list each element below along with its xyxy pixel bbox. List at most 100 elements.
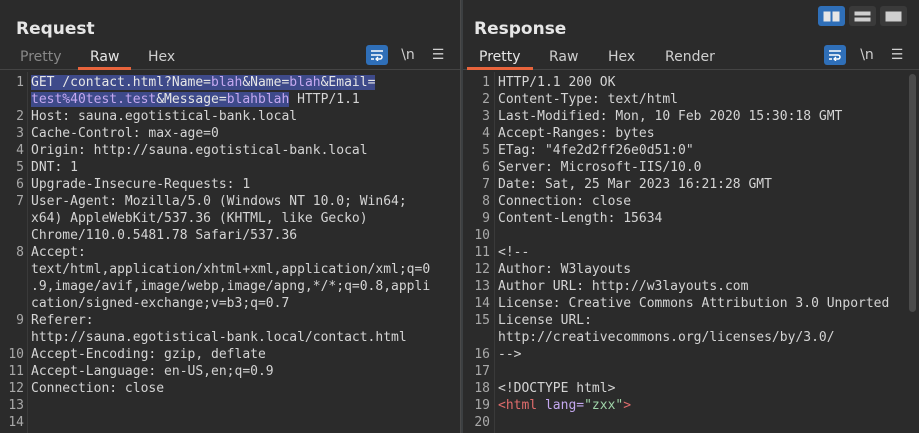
code-line: text/html,application/xhtml+xml,applicat… <box>0 261 460 278</box>
code-token: Server: Microsoft-IIS/10.0 <box>498 160 702 175</box>
code-line: 1 HTTP/1.1 200 OK <box>463 74 919 91</box>
request-tab-pretty[interactable]: Pretty <box>8 44 74 70</box>
line-text: DNT: 1 <box>31 159 78 176</box>
code-line: 6 Upgrade-Insecure-Requests: 1 <box>0 176 460 193</box>
line-number: 14 <box>474 296 490 311</box>
code-line: 14 <box>0 414 460 431</box>
line-number: 19 <box>474 398 490 413</box>
code-token: Content-Type: text/html <box>498 92 679 107</box>
line-text: Author URL: http://w3layouts.com <box>498 278 748 295</box>
code-line: 18 <!DOCTYPE html> <box>463 380 919 397</box>
response-tab-render[interactable]: Render <box>653 44 727 70</box>
code-token: Upgrade-Insecure-Requests: 1 <box>31 177 251 192</box>
line-text: .9,image/avif,image/webp,image/apng,*/*;… <box>31 278 430 295</box>
code-line: 17 <box>463 363 919 380</box>
wrap-icon-glyph <box>829 50 841 61</box>
line-number: 11 <box>8 364 24 379</box>
tabs-layout-icon[interactable] <box>880 6 907 26</box>
line-text: Accept-Ranges: bytes <box>498 125 655 142</box>
code-line: 13 Author URL: http://w3layouts.com <box>463 278 919 295</box>
line-text: GET /contact.html?Name=blah&Name=blah&Em… <box>31 74 376 91</box>
line-number: 15 <box>474 313 490 328</box>
code-token: Accept-Ranges: bytes <box>498 126 655 141</box>
code-line: 5 DNT: 1 <box>0 159 460 176</box>
response-scrollbar[interactable] <box>909 74 916 312</box>
code-line: 10 <box>463 227 919 244</box>
line-number: 12 <box>474 262 490 277</box>
code-token: lang= <box>537 398 585 413</box>
line-text: Cache-Control: max-age=0 <box>31 125 219 142</box>
response-tab-pretty[interactable]: Pretty <box>467 44 533 70</box>
line-number: 18 <box>474 381 490 396</box>
line-text: Connection: close <box>498 193 631 210</box>
code-token: <html <box>498 398 538 413</box>
code-line: 12 Connection: close <box>0 380 460 397</box>
code-line: cation/signed-exchange;v=b3;q=0.7 <box>0 295 460 312</box>
line-text: Server: Microsoft-IIS/10.0 <box>498 159 702 176</box>
line-number: 17 <box>474 364 490 379</box>
newline-toggle-button[interactable]: \n <box>856 45 878 65</box>
line-number: 5 <box>482 143 490 158</box>
code-token: Connection: close <box>498 194 632 209</box>
line-text: Host: sauna.egotistical-bank.local <box>31 108 297 125</box>
request-editor[interactable]: 1 GET /contact.html?Name=blah&Name=blah&E… <box>0 72 460 433</box>
response-editor[interactable]: 1 HTTP/1.1 200 OK 2 Content-Type: text/html… <box>463 72 919 433</box>
line-number: 5 <box>16 160 24 175</box>
code-line: 8 Accept: <box>0 244 460 261</box>
menu-icon[interactable]: ☰ <box>427 45 449 65</box>
code-line: x64) AppleWebKit/537.36 (KHTML, like Gec… <box>0 210 460 227</box>
menu-icon[interactable]: ☰ <box>886 45 908 65</box>
code-line: 14 License: Creative Commons Attribution … <box>463 295 919 312</box>
line-number: 6 <box>482 160 490 175</box>
line-number: 1 <box>482 75 490 90</box>
layout-switch <box>818 6 907 26</box>
side-by-side-layout-icon[interactable] <box>818 6 845 26</box>
response-tab-hex[interactable]: Hex <box>596 44 647 70</box>
wrap-lines-icon[interactable] <box>366 45 388 65</box>
code-line: 9 Referer: <box>0 312 460 329</box>
code-token: "zxx" <box>584 398 624 413</box>
line-number: 20 <box>474 415 490 430</box>
code-line: .9,image/avif,image/webp,image/apng,*/*;… <box>0 278 460 295</box>
code-line: 1 GET /contact.html?Name=blah&Name=blah&E… <box>0 74 460 91</box>
line-text: cation/signed-exchange;v=b3;q=0.7 <box>31 295 289 312</box>
line-number: 14 <box>8 415 24 430</box>
line-number: 3 <box>16 126 24 141</box>
line-text: User-Agent: Mozilla/5.0 (Windows NT 10.0… <box>31 193 407 210</box>
code-token: test%40test.test <box>31 92 157 107</box>
request-tab-hex[interactable]: Hex <box>136 44 187 70</box>
code-token: Author URL: http://w3layouts.com <box>498 279 749 294</box>
code-line: 5 ETag: "4fe2d2ff26e0d51:0" <box>463 142 919 159</box>
line-text: Origin: http://sauna.egotistical-bank.lo… <box>31 142 368 159</box>
code-token: &Message= <box>156 92 227 107</box>
top-bottom-layout-icon[interactable] <box>849 6 876 26</box>
code-line: 9 Content-Length: 15634 <box>463 210 919 227</box>
response-title: Response <box>474 19 567 39</box>
request-tab-raw[interactable]: Raw <box>78 44 132 70</box>
line-number: 13 <box>8 398 24 413</box>
line-text: Content-Type: text/html <box>498 91 678 108</box>
code-token: x64) AppleWebKit/537.36 (KHTML, like Gec… <box>31 211 368 226</box>
code-token: ETag: "4fe2d2ff26e0d51:0" <box>498 143 694 158</box>
code-line: 4 Accept-Ranges: bytes <box>463 125 919 142</box>
code-token: Content-Length: 15634 <box>498 211 663 226</box>
line-text: Upgrade-Insecure-Requests: 1 <box>31 176 250 193</box>
request-title: Request <box>16 19 95 39</box>
code-token: http://creativecommons.org/licenses/by/3… <box>498 330 835 345</box>
line-number: 13 <box>474 279 490 294</box>
line-number: 11 <box>474 245 490 260</box>
response-tab-raw[interactable]: Raw <box>537 44 590 70</box>
line-number: 10 <box>8 347 24 362</box>
line-text: test%40test.test&Message=blahblah HTTP/1… <box>31 91 360 108</box>
line-number: 7 <box>482 177 490 192</box>
newline-toggle-button[interactable]: \n <box>397 45 419 65</box>
wrap-lines-icon[interactable] <box>824 45 846 65</box>
line-number: 1 <box>16 75 24 90</box>
code-line: http://sauna.egotistical-bank.local/cont… <box>0 329 460 346</box>
line-text: http://sauna.egotistical-bank.local/cont… <box>31 329 407 346</box>
line-number: 3 <box>482 109 490 124</box>
code-line: 13 <box>0 397 460 414</box>
request-pane: Request Pretty Raw Hex \n ☰ 1 GET /contac… <box>0 0 460 433</box>
line-text: <!-- <box>498 244 529 261</box>
code-line: 6 Server: Microsoft-IIS/10.0 <box>463 159 919 176</box>
